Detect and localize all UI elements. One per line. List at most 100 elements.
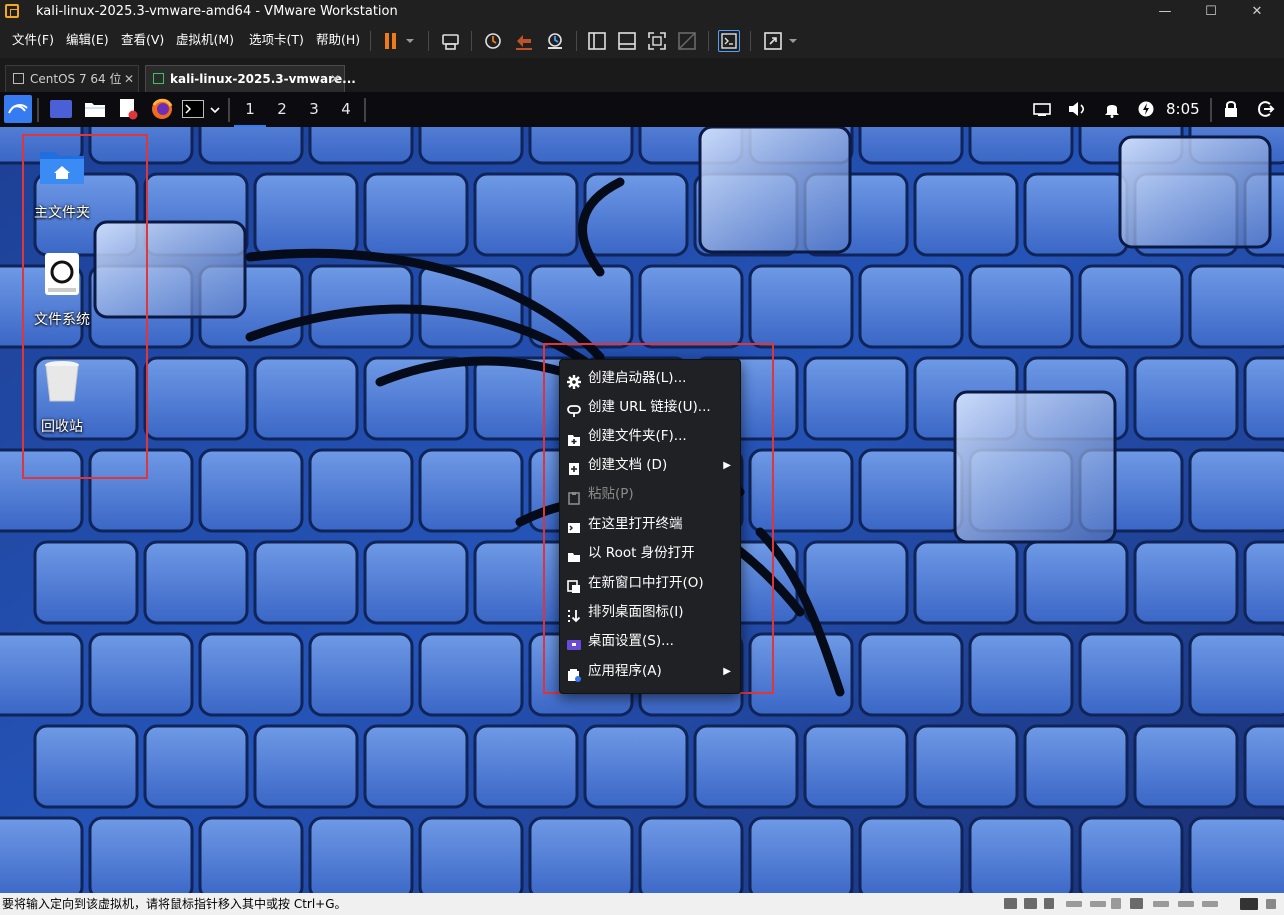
terminal-dropdown-chevron-down-icon[interactable] bbox=[208, 102, 222, 116]
send-ctrl-alt-del-icon[interactable] bbox=[440, 30, 462, 52]
device-icon[interactable] bbox=[1090, 901, 1106, 907]
device-icon[interactable] bbox=[1153, 901, 1169, 907]
unity-icon[interactable] bbox=[676, 30, 698, 52]
tab-centos[interactable]: CentOS 7 64 位 ✕ bbox=[5, 65, 139, 92]
text-editor-icon[interactable] bbox=[118, 98, 138, 120]
wallpaper-cube bbox=[858, 448, 964, 533]
sound-card-icon[interactable] bbox=[1111, 898, 1121, 909]
ctx-label: 以 Root 身份打开 bbox=[588, 545, 695, 561]
submenu-arrow-icon: ▶ bbox=[723, 666, 731, 677]
wallpaper-cube bbox=[858, 632, 964, 717]
network-adapter-icon[interactable] bbox=[1024, 898, 1037, 909]
sidebar-icon[interactable] bbox=[586, 30, 608, 52]
workspace-2[interactable]: 2 bbox=[266, 92, 298, 127]
minimize-button[interactable]: — bbox=[1142, 0, 1188, 24]
ctx-create-launcher[interactable]: 创建启动器(L)... bbox=[560, 364, 740, 393]
wallpaper-cube bbox=[253, 724, 359, 809]
menu-vm[interactable]: 虚拟机(M) bbox=[176, 32, 234, 48]
vm-display[interactable]: 1 2 3 4 8:05 主文件夹 文件系统 回收站 创建启动器(L)... 创… bbox=[0, 92, 1284, 893]
fullscreen-icon[interactable] bbox=[646, 30, 668, 52]
panel-separator bbox=[364, 98, 366, 122]
menu-view[interactable]: 查看(V) bbox=[121, 32, 164, 48]
volume-icon[interactable] bbox=[1067, 100, 1087, 118]
workspace-4[interactable]: 4 bbox=[330, 92, 362, 127]
snapshot-manager-icon[interactable] bbox=[544, 30, 566, 52]
menu-edit[interactable]: 编辑(E) bbox=[66, 32, 109, 48]
pause-dropdown-chevron-down-icon[interactable] bbox=[404, 30, 416, 52]
panel-clock[interactable]: 8:05 bbox=[1166, 100, 1200, 118]
thumbnail-icon[interactable] bbox=[616, 30, 638, 52]
tab-close-icon[interactable]: ✕ bbox=[330, 66, 340, 92]
firefox-icon[interactable] bbox=[151, 98, 173, 120]
panel-separator bbox=[228, 98, 230, 122]
wallpaper-cube bbox=[1078, 632, 1184, 717]
workspace-1[interactable]: 1 bbox=[234, 92, 266, 127]
maximize-button[interactable]: ☐ bbox=[1188, 0, 1234, 24]
tab-label: CentOS 7 64 位 bbox=[30, 72, 122, 86]
desktop-settings-icon bbox=[567, 634, 581, 650]
new-window-icon bbox=[567, 576, 581, 593]
tab-kali[interactable]: kali-linux-2025.3-vmware... ✕ bbox=[145, 65, 356, 92]
wallpaper-cube bbox=[968, 632, 1074, 717]
stretch-icon[interactable] bbox=[762, 30, 784, 52]
logout-icon[interactable] bbox=[1257, 100, 1275, 118]
ctx-create-document[interactable]: 创建文档 (D) ▶ bbox=[560, 451, 740, 480]
kali-menu-icon[interactable] bbox=[4, 95, 32, 123]
display-icon[interactable] bbox=[1240, 898, 1258, 910]
ctx-applications[interactable]: 应用程序(A) ▶ bbox=[560, 657, 740, 686]
wallpaper-cube bbox=[803, 724, 909, 809]
pause-icon[interactable] bbox=[380, 30, 402, 52]
notification-bell-icon[interactable] bbox=[1103, 100, 1121, 118]
wallpaper-cube bbox=[143, 540, 249, 625]
wallpaper-cube bbox=[418, 448, 524, 533]
wallpaper-cube bbox=[1023, 540, 1129, 625]
panel-separator bbox=[37, 98, 39, 122]
ctx-label: 排列桌面图标(I) bbox=[588, 604, 684, 620]
device-icon[interactable] bbox=[1066, 901, 1082, 907]
device-icon[interactable] bbox=[1178, 901, 1194, 907]
power-manager-icon[interactable] bbox=[1137, 100, 1155, 118]
workspace-3[interactable]: 3 bbox=[298, 92, 330, 127]
show-desktop-icon[interactable] bbox=[50, 100, 72, 118]
menu-file[interactable]: 文件(F) bbox=[12, 32, 54, 48]
ctx-label: 创建文件夹(F)... bbox=[588, 428, 687, 444]
file-manager-icon[interactable] bbox=[84, 100, 106, 118]
wallpaper-cube bbox=[253, 540, 359, 625]
wallpaper-cube bbox=[198, 448, 304, 533]
resize-grip-icon[interactable] bbox=[1266, 899, 1276, 909]
ctx-create-folder[interactable]: 创建文件夹(F)... bbox=[560, 422, 740, 451]
lock-screen-icon[interactable] bbox=[1223, 100, 1239, 118]
ctx-desktop-settings[interactable]: 桌面设置(S)... bbox=[560, 627, 740, 656]
console-icon[interactable] bbox=[718, 30, 740, 52]
network-icon[interactable] bbox=[1033, 102, 1051, 116]
ctx-arrange-icons[interactable]: 排列桌面图标(I) bbox=[560, 598, 740, 627]
wallpaper-cube bbox=[638, 264, 744, 349]
wallpaper-cube bbox=[583, 172, 689, 257]
usb-icon[interactable] bbox=[1044, 898, 1054, 909]
close-button[interactable]: ✕ bbox=[1234, 0, 1280, 24]
device-icon[interactable] bbox=[1202, 901, 1218, 907]
clipboard-icon bbox=[567, 487, 581, 505]
ctx-open-as-root[interactable]: 以 Root 身份打开 bbox=[560, 539, 740, 568]
ctx-open-terminal-here[interactable]: 在这里打开终端 bbox=[560, 510, 740, 539]
vm-running-icon bbox=[153, 73, 164, 84]
terminal-icon[interactable] bbox=[182, 100, 204, 118]
ctx-create-url-link[interactable]: 创建 URL 链接(U)... bbox=[560, 393, 740, 422]
wallpaper-cube bbox=[88, 632, 194, 717]
printer-icon[interactable] bbox=[1130, 898, 1143, 909]
menu-tabs[interactable]: 选项卡(T) bbox=[249, 32, 304, 48]
tab-close-icon[interactable]: ✕ bbox=[124, 66, 134, 92]
revert-snapshot-icon[interactable] bbox=[513, 30, 535, 52]
ctx-paste[interactable]: 粘贴(P) bbox=[560, 480, 740, 509]
status-message: 要将输入定向到该虚拟机，请将鼠标指针移入其中或按 Ctrl+G。 bbox=[2, 897, 347, 911]
wallpaper-cube bbox=[1078, 264, 1184, 349]
wallpaper-cube bbox=[0, 632, 84, 717]
menu-help[interactable]: 帮助(H) bbox=[316, 32, 360, 48]
stretch-dropdown-chevron-down-icon[interactable] bbox=[787, 30, 799, 52]
title-bar: kali-linux-2025.3-vmware-amd64 - VMware … bbox=[0, 0, 1284, 24]
snapshot-icon[interactable] bbox=[482, 30, 504, 52]
ctx-open-in-new-window[interactable]: 在新窗口中打开(O) bbox=[560, 569, 740, 598]
desktop-icons-highlight-box bbox=[22, 134, 148, 479]
hard-disk-icon[interactable] bbox=[1004, 898, 1017, 909]
toolbar-separator bbox=[428, 31, 429, 51]
